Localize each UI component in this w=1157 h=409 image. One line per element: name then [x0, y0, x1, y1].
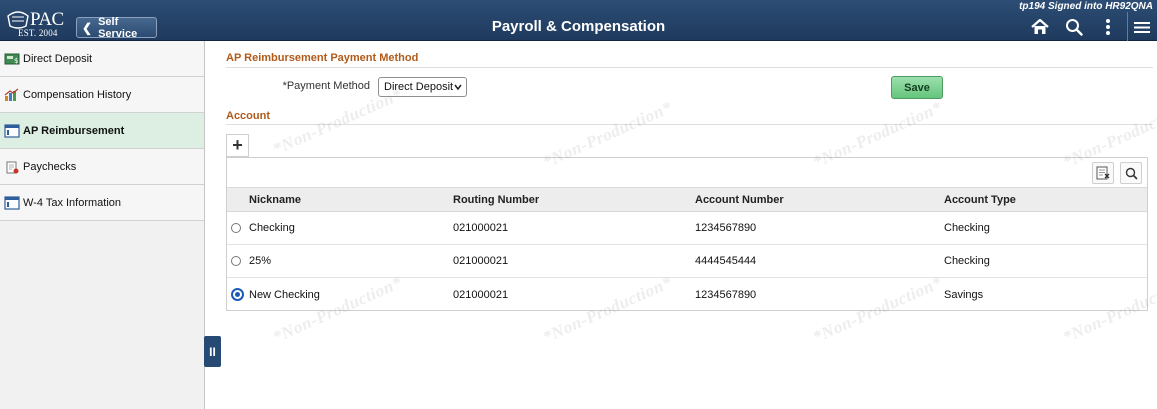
row-select-radio[interactable]: [231, 256, 241, 266]
column-header-nickname[interactable]: Nickname: [249, 188, 301, 211]
payment-method-value: Direct Deposit: [384, 81, 454, 93]
row-select-radio-selected[interactable]: [231, 288, 244, 301]
main-content: AP Reimbursement Payment Method *Payment…: [206, 41, 1157, 409]
sidebar-item-paychecks[interactable]: Paychecks: [0, 149, 204, 185]
sidebar-nav: $ Direct Deposit Compensation History AP…: [0, 41, 205, 409]
payment-method-select[interactable]: Direct Deposit: [378, 77, 467, 97]
account-number-cell: 1234567890: [695, 222, 757, 234]
sidebar-item-label: AP Reimbursement: [23, 124, 125, 137]
sidebar-item-ap-reimbursement[interactable]: AP Reimbursement: [0, 113, 204, 149]
table-row[interactable]: Checking 021000021 1234567890 Checking: [227, 212, 1147, 245]
chevron-left-icon: ❮: [82, 20, 93, 35]
section-divider: [226, 124, 1153, 125]
nickname-cell: Checking: [249, 222, 295, 234]
routing-number-cell: 021000021: [453, 288, 509, 301]
signed-in-status: tp194 Signed into HR92QNA: [1019, 1, 1153, 12]
account-type-cell: Savings: [944, 288, 984, 301]
sidebar-item-label: Compensation History: [23, 88, 132, 101]
nickname-cell: 25%: [249, 255, 272, 267]
save-button[interactable]: Save: [891, 76, 943, 99]
add-account-button[interactable]: +: [226, 134, 249, 157]
table-row[interactable]: 25% 021000021 4444545444 Checking: [227, 245, 1147, 278]
payment-method-label: *Payment Method: [282, 80, 370, 92]
sidebar-item-label: W-4 Tax Information: [23, 196, 122, 209]
compensation-chart-icon: [4, 88, 20, 102]
header-divider: [1127, 12, 1128, 41]
table-row[interactable]: New Checking 021000021 1234567890 Saving…: [227, 278, 1147, 311]
section-divider: [226, 67, 1153, 68]
grid-toolbar: [227, 158, 1147, 188]
app-header: PAC EST. 2004 ❮ Self Service Payroll & C…: [0, 0, 1157, 41]
account-section-title: Account: [226, 110, 270, 122]
tax-form-icon: [4, 195, 20, 210]
pac-logo: PAC EST. 2004: [6, 4, 72, 38]
paycheck-icon: [4, 160, 20, 174]
logo-text: PAC: [30, 9, 64, 30]
plus-icon: +: [232, 135, 243, 155]
account-grid: Nickname Routing Number Account Number A…: [226, 157, 1148, 311]
hamburger-menu-icon[interactable]: [1132, 16, 1152, 38]
account-type-cell: Checking: [944, 222, 990, 234]
download-to-excel-icon[interactable]: [1092, 162, 1114, 184]
svg-text:$: $: [14, 57, 18, 65]
search-icon[interactable]: [1063, 16, 1085, 38]
logo-crest-icon: [7, 11, 29, 29]
column-header-account-number[interactable]: Account Number: [695, 188, 784, 211]
column-header-account-type[interactable]: Account Type: [944, 188, 1016, 211]
logo-est: EST. 2004: [18, 28, 58, 38]
self-service-back-button[interactable]: ❮ Self Service: [76, 15, 157, 40]
routing-number-cell: 021000021: [453, 222, 509, 234]
column-header-routing-number[interactable]: Routing Number: [453, 188, 539, 211]
sidebar-item-label: Paychecks: [23, 160, 77, 173]
nickname-cell: New Checking: [249, 288, 320, 301]
chevron-down-icon: [454, 84, 462, 91]
page-title: Payroll & Compensation: [491, 18, 666, 35]
grid-search-icon[interactable]: [1120, 162, 1142, 184]
grid-header-row: Nickname Routing Number Account Number A…: [227, 188, 1147, 212]
sidebar-item-compensation-history[interactable]: Compensation History: [0, 77, 204, 113]
payment-method-section-title: AP Reimbursement Payment Method: [226, 52, 419, 64]
back-button-label: Self Service: [98, 15, 138, 40]
row-select-radio[interactable]: [231, 223, 241, 233]
account-number-cell: 1234567890: [695, 288, 757, 301]
routing-number-cell: 021000021: [453, 255, 509, 267]
account-type-cell: Checking: [944, 255, 990, 267]
sidebar-item-label: Direct Deposit: [23, 52, 93, 65]
more-vertical-icon[interactable]: [1098, 16, 1118, 38]
sidebar-item-direct-deposit[interactable]: $ Direct Deposit: [0, 41, 204, 77]
home-icon[interactable]: [1029, 16, 1051, 38]
account-number-cell: 4444545444: [695, 255, 757, 267]
sidebar-item-w4-tax-information[interactable]: W-4 Tax Information: [0, 185, 204, 221]
reimbursement-icon: [4, 123, 20, 138]
direct-deposit-icon: $: [4, 52, 20, 66]
